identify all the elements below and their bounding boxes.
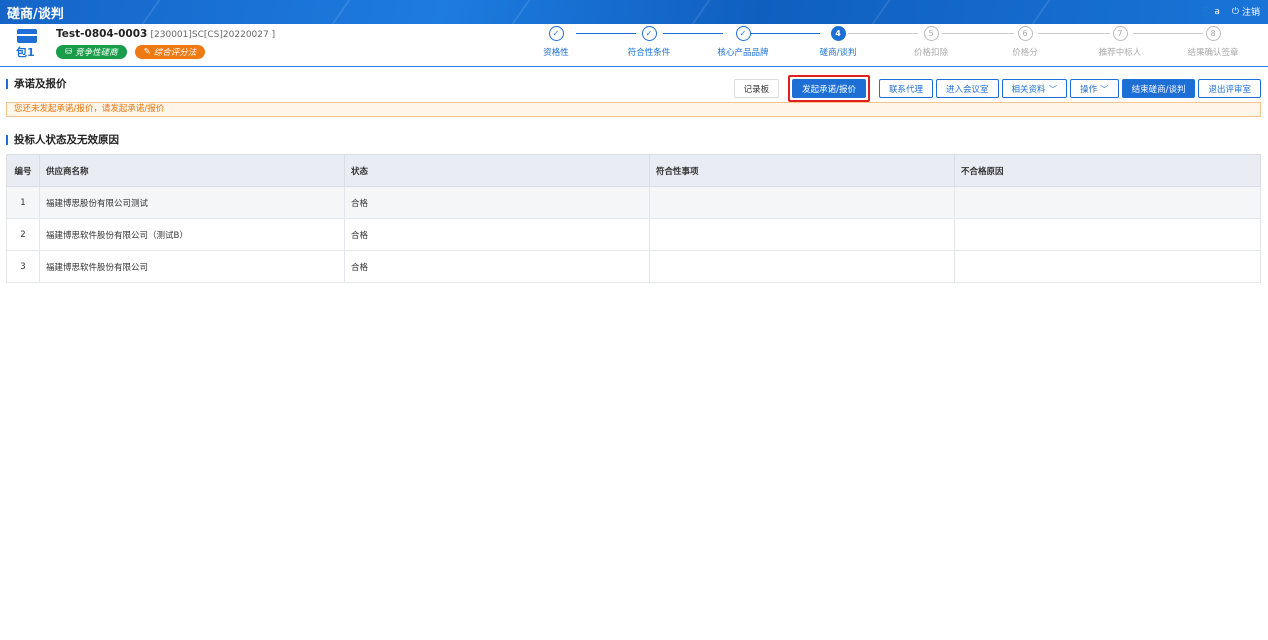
step-core-brand[interactable]: ✓ 核心产品品牌	[708, 26, 778, 58]
operations-label: 操作	[1080, 84, 1098, 95]
evaluation-method-label: 综合评分法	[153, 48, 197, 58]
column-header: 符合性事项	[649, 154, 955, 187]
power-icon: ⏻	[1231, 6, 1239, 17]
procurement-method-badge: ⛁ 竞争性磋商	[56, 45, 127, 59]
compliance-cell	[649, 218, 955, 251]
top-bar: 磋商/谈判 👤 a ⏻ 注销	[0, 0, 1268, 24]
table-row[interactable]: 1 福建博思股份有限公司测试 合格	[6, 186, 1261, 219]
step-recommend-winner[interactable]: 7 推荐中标人	[1085, 26, 1155, 58]
step-number: 8	[1205, 26, 1221, 41]
column-header: 编号	[6, 154, 40, 187]
step-number: 5	[923, 26, 939, 41]
compliance-cell	[649, 250, 955, 283]
reason-cell	[954, 218, 1261, 251]
step-label: 符合性条件	[627, 48, 671, 58]
chevron-down-icon: ﹀	[1048, 84, 1058, 95]
row-number: 3	[6, 250, 40, 283]
step-label: 价格扣除	[913, 48, 948, 58]
supplier-name: 福建博思软件股份有限公司（测试B）	[39, 218, 345, 251]
step-check-icon: ✓	[641, 26, 657, 41]
step-number: 6	[1017, 26, 1033, 41]
step-label: 推荐中标人	[1098, 48, 1142, 58]
related-materials-label: 相关资料	[1011, 84, 1046, 95]
user-name: a	[1214, 6, 1220, 17]
supplier-name: 福建博思软件股份有限公司	[39, 250, 345, 283]
edit-icon: ✎	[143, 47, 151, 57]
step-check-icon: ✓	[548, 26, 564, 41]
status-cell: 合格	[344, 186, 650, 219]
logout-button[interactable]: ⏻ 注销	[1231, 5, 1260, 19]
step-label: 价格分	[1012, 48, 1038, 58]
row-number: 2	[6, 218, 40, 251]
bidder-table: 编号 供应商名称 状态 符合性事项 不合格原因 1 福建博思股份有限公司测试 合…	[6, 154, 1261, 283]
step-label: 结果确认签章	[1187, 48, 1239, 58]
row-number: 1	[6, 186, 40, 219]
column-header: 状态	[344, 154, 650, 187]
related-materials-dropdown[interactable]: 相关资料 ﹀	[1001, 79, 1068, 98]
procurement-method-label: 竞争性磋商	[75, 48, 118, 58]
reason-cell	[954, 186, 1261, 219]
evaluation-method-badge: ✎ 综合评分法	[134, 45, 206, 59]
table-row[interactable]: 3 福建博思软件股份有限公司 合格	[6, 250, 1261, 283]
section-title-quote: 承诺及报价	[6, 76, 67, 91]
step-number: 7	[1112, 26, 1128, 41]
highlight-box: 发起承诺/报价	[788, 75, 871, 102]
contact-agent-button[interactable]: 联系代理	[879, 79, 934, 98]
operations-dropdown[interactable]: 操作 ﹀	[1070, 79, 1119, 98]
step-label: 磋商/谈判	[819, 48, 857, 58]
warning-banner: 您还未发起承诺/报价，请发起承诺/报价	[6, 102, 1261, 117]
package-selector[interactable]: 包1	[16, 29, 38, 60]
step-price-score[interactable]: 6 价格分	[990, 26, 1060, 58]
step-negotiation[interactable]: 4 磋商/谈判	[803, 26, 873, 58]
step-qualification[interactable]: ✓ 资格性	[521, 26, 591, 58]
project-header: 包1 Test-0804-0003 [230001]SC[CS]20220027…	[0, 24, 1268, 67]
status-cell: 合格	[344, 250, 650, 283]
step-result-sign[interactable]: 8 结果确认签章	[1178, 26, 1248, 58]
progress-steps: ✓ 资格性 ✓ 符合性条件 ✓ 核心产品品牌 4 磋商/谈判 5 价格扣除 6 …	[530, 26, 1260, 64]
user-menu[interactable]: 👤 a	[1200, 7, 1220, 17]
app-title: 磋商/谈判	[7, 7, 64, 22]
section-title-bidder-status: 投标人状态及无效原因	[6, 132, 119, 147]
package-icon	[17, 29, 37, 43]
step-price-deduction[interactable]: 5 价格扣除	[896, 26, 966, 58]
step-number: 4	[830, 26, 846, 41]
step-label: 核心产品品牌	[717, 48, 769, 58]
chevron-down-icon: ﹀	[1100, 84, 1109, 95]
logout-label: 注销	[1241, 8, 1260, 18]
table-header-row: 编号 供应商名称 状态 符合性事项 不合格原因	[6, 154, 1261, 187]
supplier-name: 福建博思股份有限公司测试	[39, 186, 345, 219]
step-check-icon: ✓	[735, 26, 751, 41]
project-title: Test-0804-0003	[56, 28, 148, 40]
finish-negotiation-button[interactable]: 结束磋商/谈判	[1121, 79, 1196, 98]
project-code: [230001]SC[CS]20220027 ]	[150, 30, 276, 40]
package-label: 包1	[16, 46, 35, 59]
step-label: 资格性	[543, 48, 569, 58]
action-toolbar: 记录板 发起承诺/报价 联系代理 进入会议室 相关资料 ﹀ 操作 ﹀ 结束磋商/…	[733, 75, 1261, 102]
column-header: 不合格原因	[954, 154, 1261, 187]
exit-review-room-button[interactable]: 退出评审室	[1198, 79, 1261, 98]
record-board-button[interactable]: 记录板	[733, 79, 780, 98]
bag-icon: ⛁	[65, 47, 73, 57]
step-compliance[interactable]: ✓ 符合性条件	[614, 26, 684, 58]
enter-meeting-room-button[interactable]: 进入会议室	[936, 79, 999, 98]
compliance-cell	[649, 186, 955, 219]
user-icon: 👤	[1200, 6, 1212, 17]
table-row[interactable]: 2 福建博思软件股份有限公司（测试B） 合格	[6, 218, 1261, 251]
column-header: 供应商名称	[39, 154, 345, 187]
reason-cell	[954, 250, 1261, 283]
initiate-quote-button[interactable]: 发起承诺/报价	[792, 79, 867, 98]
status-cell: 合格	[344, 218, 650, 251]
